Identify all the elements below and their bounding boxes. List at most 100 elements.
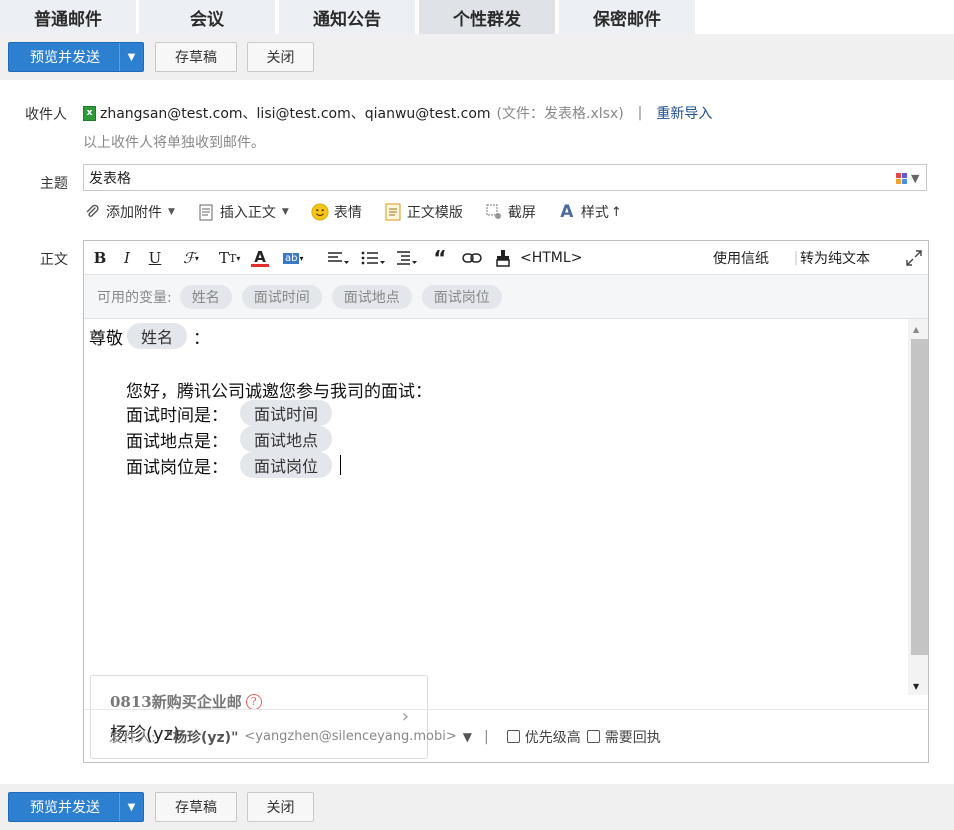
excel-file-icon: x xyxy=(83,105,96,121)
underline-icon[interactable]: U xyxy=(146,248,164,268)
quote-icon[interactable]: “ xyxy=(431,246,449,270)
variables-bar: 可用的变量: 姓名 面试时间 面试地点 面试岗位 xyxy=(84,275,928,319)
tab-normal-mail[interactable]: 普通邮件 xyxy=(0,0,136,34)
list-icon[interactable] xyxy=(361,248,385,268)
priority-checkbox[interactable]: 优先级高 xyxy=(506,727,581,747)
greeting-prefix: 尊敬 xyxy=(89,328,123,349)
body-var-position[interactable]: 面试岗位 xyxy=(240,452,333,478)
chevron-down-icon: ▼ xyxy=(168,207,175,217)
link-icon[interactable] xyxy=(462,248,482,268)
body-template-button[interactable]: 正文模版 xyxy=(384,202,463,222)
position-label: 面试岗位是： xyxy=(126,457,228,478)
reimport-link[interactable]: 重新导入 xyxy=(656,103,712,123)
editor-toolbar: B I U ℱ ▾ T T ▾ A ab ▾ “ <HTML> 使用信纸 | 转为纯文本 xyxy=(84,241,928,275)
expand-icon[interactable] xyxy=(905,248,923,268)
align-icon[interactable] xyxy=(327,248,349,268)
add-attachment-label: 添加附件 xyxy=(106,205,162,221)
help-icon[interactable]: ? xyxy=(245,693,262,710)
insert-body-label: 插入正文 xyxy=(219,205,276,221)
font-size-icon[interactable]: T T ▾ xyxy=(219,248,240,268)
sender-row: 发件人: "杨珍(yz)" <yangzhen@silenceyang.mobi… xyxy=(84,709,928,763)
text-cursor xyxy=(340,455,342,475)
close-button-bottom[interactable]: 关闭 xyxy=(247,792,314,822)
body-var-name[interactable]: 姓名 xyxy=(127,323,188,349)
add-attachment-button[interactable]: 添加附件 ▼ xyxy=(83,202,175,222)
preview-send-button[interactable]: 预览并发送 xyxy=(9,43,121,71)
subject-value: 发表格 xyxy=(89,171,131,187)
sender-email: <yangzhen@silenceyang.mobi> xyxy=(244,729,457,744)
use-stationery-button[interactable]: 使用信纸 xyxy=(713,248,769,268)
recipient-file-note: (文件：发表格.xlsx) xyxy=(496,106,624,122)
close-button[interactable]: 关闭 xyxy=(247,42,314,72)
scroll-up-icon[interactable]: ▲ xyxy=(913,325,919,334)
save-draft-button-bottom[interactable]: 存草稿 xyxy=(155,792,237,822)
variable-chip-interview-time[interactable]: 面试时间 xyxy=(241,284,322,309)
tab-confidential-mail[interactable]: 保密邮件 xyxy=(559,0,695,34)
rich-text-editor: B I U ℱ ▾ T T ▾ A ab ▾ “ <HTML> 使用信纸 | 转为纯文本… xyxy=(83,240,929,763)
chevron-down-icon: ▼ xyxy=(127,51,136,63)
tab-meeting[interactable]: 会议 xyxy=(139,0,275,34)
body-var-location[interactable]: 面试地点 xyxy=(240,426,333,452)
paperclip-icon xyxy=(83,203,101,221)
send-options-dropdown-bottom[interactable]: ▼ xyxy=(119,793,143,821)
screenshot-button[interactable]: 截屏 xyxy=(485,202,536,222)
variable-chip-interview-location[interactable]: 面试地点 xyxy=(331,284,412,309)
color-grid-icon xyxy=(896,172,907,184)
save-draft-button[interactable]: 存草稿 xyxy=(155,42,237,72)
indent-icon[interactable] xyxy=(396,248,418,268)
scrollbar-thumb[interactable] xyxy=(911,339,928,655)
sender-separator: | xyxy=(484,728,489,745)
recipient-list: zhangsan@test.com、lisi@test.com、qianwu@t… xyxy=(100,106,491,122)
priority-label: 优先级高 xyxy=(524,729,581,746)
subject-color-picker[interactable]: ▼ xyxy=(896,170,920,186)
body-line-location: 面试地点是： 面试地点 xyxy=(126,426,333,452)
font-style-icon: A xyxy=(560,202,574,222)
read-receipt-checkbox[interactable]: 需要回执 xyxy=(586,727,661,747)
bottom-toolbar: 预览并发送 ▼ 存草稿 关闭 xyxy=(0,784,954,830)
time-label: 面试时间是： xyxy=(126,405,228,426)
html-mode-button[interactable]: <HTML> xyxy=(520,248,582,268)
document-icon xyxy=(197,203,215,221)
read-receipt-label: 需要回执 xyxy=(604,729,661,746)
format-painter-icon[interactable] xyxy=(494,248,512,268)
preview-send-button-group-bottom: 预览并发送 ▼ xyxy=(8,792,144,822)
recipient-separator: | xyxy=(637,105,643,121)
scroll-down-icon[interactable]: ▼ xyxy=(913,682,919,691)
compose-type-tabs: 普通邮件 会议 通知公告 个性群发 保密邮件 xyxy=(0,0,954,34)
insert-body-button[interactable]: 插入正文 ▼ xyxy=(197,202,289,222)
sender-label: 发件人: xyxy=(109,729,156,746)
subject-label: 主题 xyxy=(40,176,68,192)
emoji-button[interactable]: 表情 xyxy=(311,202,362,222)
checkbox-icon xyxy=(586,730,600,743)
body-var-time[interactable]: 面试时间 xyxy=(240,400,333,426)
convert-plain-text-button[interactable]: 转为纯文本 xyxy=(800,248,870,268)
editor-body[interactable]: 尊敬 姓名 ： 您好，腾讯公司诚邀您参与我司的面试： 面试时间是： 面试时间 面… xyxy=(84,319,908,759)
insert-toolbar: 添加附件 ▼ 插入正文 ▼ 表情 正文模版 截屏 A 样式 ↑ xyxy=(83,200,644,224)
bold-icon[interactable]: B xyxy=(91,248,109,268)
variable-chip-interview-position[interactable]: 面试岗位 xyxy=(421,284,502,309)
italic-icon[interactable]: I xyxy=(118,248,136,268)
subject-input[interactable]: 发表格 ▼ xyxy=(83,164,927,191)
send-options-dropdown[interactable]: ▼ xyxy=(119,43,143,71)
variable-chip-name[interactable]: 姓名 xyxy=(179,284,232,309)
preview-send-button-group: 预览并发送 ▼ xyxy=(8,42,144,72)
checkbox-icon xyxy=(506,730,520,743)
recipients-label: 收件人 xyxy=(25,107,67,123)
chevron-down-icon: ▼ xyxy=(911,171,920,185)
arrows-icon: ↑ xyxy=(610,204,622,220)
style-button[interactable]: A 样式 ↑ xyxy=(558,202,622,222)
tab-personalized-mass-mail[interactable]: 个性群发 xyxy=(419,0,555,34)
sender-name: "杨珍(yz)" xyxy=(165,729,239,746)
highlight-icon[interactable]: ab ▾ xyxy=(283,248,304,268)
editor-scrollbar[interactable]: ▲ ▼ xyxy=(908,319,928,695)
tab-notice[interactable]: 通知公告 xyxy=(279,0,415,34)
body-template-label: 正文模版 xyxy=(406,205,463,221)
preview-send-button-bottom[interactable]: 预览并发送 xyxy=(9,793,121,821)
style-label: 样式 xyxy=(580,205,609,221)
variables-label: 可用的变量: xyxy=(97,289,172,306)
recipients-line: x zhangsan@test.com、lisi@test.com、qianwu… xyxy=(83,103,712,123)
font-color-icon[interactable]: A xyxy=(251,248,269,268)
sender-dropdown-icon[interactable]: ▼ xyxy=(463,730,472,744)
font-family-icon[interactable]: ℱ ▾ xyxy=(182,248,200,268)
body-label: 正文 xyxy=(40,252,68,268)
